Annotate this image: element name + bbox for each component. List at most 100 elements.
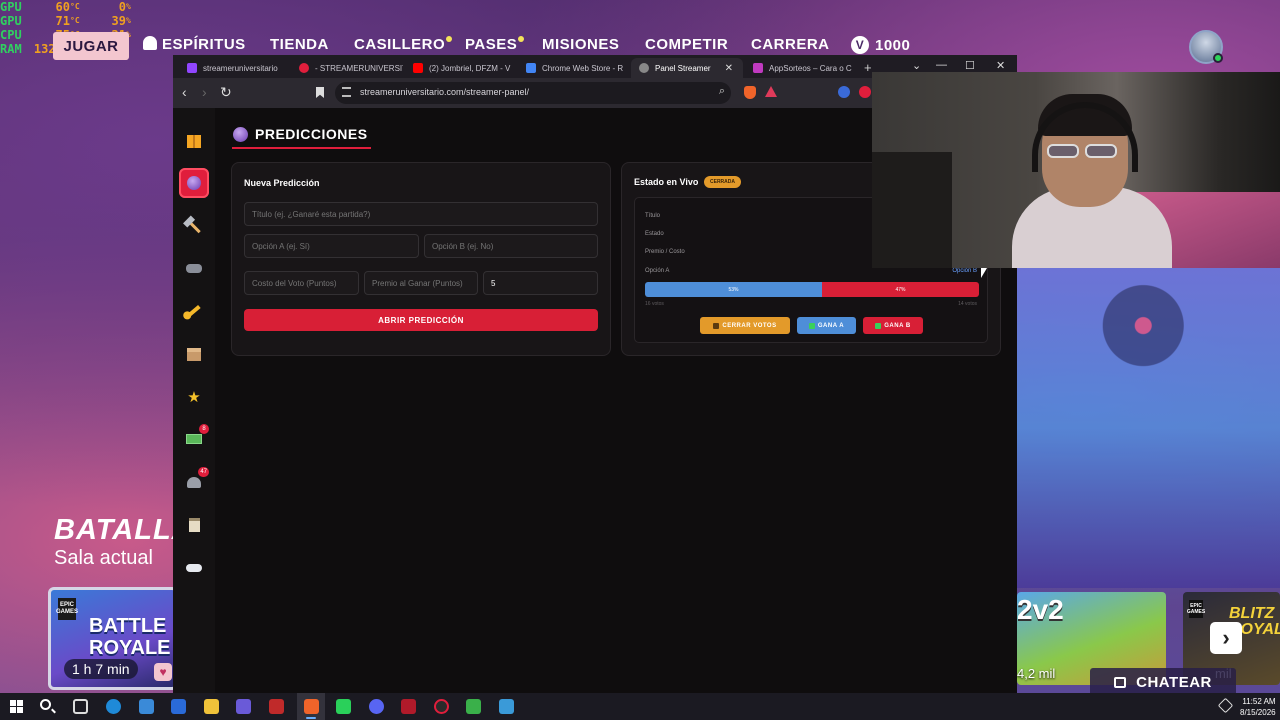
- maximize-icon[interactable]: ☐: [965, 59, 975, 72]
- system-clock[interactable]: 11:52 AM 8/15/2026: [1240, 696, 1276, 718]
- app-icon[interactable]: [269, 699, 284, 714]
- game-scene-art: [1017, 268, 1280, 588]
- discord-icon[interactable]: [369, 699, 384, 714]
- box-icon: [187, 347, 201, 361]
- info-row-title: Título: [645, 213, 661, 219]
- sidebar-item-favorites[interactable]: ★: [179, 382, 209, 412]
- start-icon[interactable]: [10, 700, 23, 713]
- vote-split-bar: 53% 47%: [645, 282, 979, 297]
- sidebar-item-gifts[interactable]: [179, 126, 209, 156]
- site-settings-icon[interactable]: [342, 87, 351, 97]
- heart-icon[interactable]: ♥: [154, 663, 172, 681]
- tab-twitch[interactable]: streameruniversitario: [179, 58, 291, 78]
- mode-card-title: BATTLE ROYALE: [89, 615, 171, 659]
- vbucks-balance[interactable]: V 1000: [851, 36, 910, 54]
- reload-icon[interactable]: ↻: [220, 84, 232, 101]
- tab-appsorteos[interactable]: AppSorteos – Cara o C: [745, 58, 857, 78]
- chat-button[interactable]: CHATEAR: [1090, 668, 1236, 696]
- sidebar-item-users[interactable]: 47: [179, 467, 209, 497]
- tab-streamer-universitario[interactable]: - STREAMERUNIVERSITARIO: [291, 58, 403, 78]
- key-icon: [187, 304, 201, 318]
- tab-panel-streamer[interactable]: Panel Streamer ✕: [631, 58, 743, 78]
- nav-passes[interactable]: PASES: [465, 36, 525, 53]
- video-editor-icon[interactable]: [401, 699, 416, 714]
- sidebar-item-games[interactable]: [179, 253, 209, 283]
- brave-shields-icon[interactable]: [744, 86, 756, 99]
- new-tab-icon[interactable]: +: [864, 60, 872, 75]
- count-badge: 8: [199, 424, 209, 434]
- mode-card-battle-royale[interactable]: EPIC GAMES BATTLE ROYALE 1 h 7 min ♥: [48, 587, 178, 690]
- nav-spirits[interactable]: ESPÍRITUS: [143, 36, 246, 53]
- nav-career[interactable]: CARRERA: [751, 36, 830, 53]
- close-votes-button[interactable]: CERRAR VOTOS: [700, 317, 790, 334]
- chat-icon: [1114, 676, 1127, 688]
- back-icon[interactable]: ‹: [182, 84, 187, 100]
- teams-icon[interactable]: [236, 699, 251, 714]
- taskbar: 11:52 AM 8/15/2026: [0, 693, 1280, 720]
- forward-icon[interactable]: ›: [202, 84, 207, 100]
- extension-icon[interactable]: [838, 86, 850, 98]
- vote-cost-input[interactable]: [244, 271, 359, 295]
- perf-value: 60: [55, 0, 70, 14]
- option-b-label: Opción B: [952, 268, 977, 274]
- sidebar-item-weather[interactable]: [179, 553, 209, 583]
- zoom-icon[interactable]: ⌕: [719, 85, 725, 98]
- win-b-button[interactable]: GANA B: [863, 317, 923, 334]
- brave-rewards-icon[interactable]: [765, 86, 777, 97]
- tab-youtube[interactable]: (2) Jombriel, DFZM - V: [405, 58, 517, 78]
- url-input[interactable]: streameruniversitario.com/streamer-panel…: [335, 82, 731, 104]
- clipboard-icon: [188, 518, 200, 532]
- store-icon[interactable]: [139, 699, 154, 714]
- edge-icon[interactable]: [106, 699, 121, 714]
- nav-locker-label: CASILLERO: [354, 36, 446, 53]
- win-prize-input[interactable]: [364, 271, 478, 295]
- perf-value: 71: [55, 14, 70, 28]
- search-icon[interactable]: [40, 699, 51, 710]
- close-window-icon[interactable]: ✕: [996, 59, 1005, 72]
- mail-icon[interactable]: [171, 699, 186, 714]
- obs-icon[interactable]: [434, 699, 449, 714]
- new-prediction-title: Nueva Predicción: [244, 178, 320, 188]
- bookmark-icon[interactable]: [316, 87, 324, 98]
- nav-shop[interactable]: TIENDA: [270, 36, 329, 53]
- sidebar-item-inventory[interactable]: [179, 339, 209, 369]
- open-prediction-button[interactable]: ABRIR PREDICCIÓN: [244, 309, 598, 331]
- tab-label: Chrome Web Store - R: [542, 63, 624, 73]
- multiplier-input[interactable]: [483, 271, 598, 295]
- sidebar-item-tools[interactable]: [179, 211, 209, 241]
- option-a-input[interactable]: [244, 234, 419, 258]
- play-button[interactable]: JUGAR: [53, 32, 129, 60]
- option-b-input[interactable]: [424, 234, 598, 258]
- tab-chrome-web-store[interactable]: Chrome Web Store - R: [518, 58, 630, 78]
- sidebar-item-predictions[interactable]: [179, 168, 209, 198]
- perf-unit: °C: [70, 16, 80, 25]
- whatsapp-icon[interactable]: [336, 699, 351, 714]
- tab-label: Panel Streamer: [655, 63, 711, 73]
- sidebar-item-keys[interactable]: [179, 296, 209, 326]
- nav-quests[interactable]: MISIONES: [542, 36, 619, 53]
- perf-value: 39: [111, 14, 126, 28]
- brave-icon[interactable]: [304, 699, 319, 714]
- tab-label: streameruniversitario: [203, 63, 278, 73]
- folder-icon[interactable]: [204, 699, 219, 714]
- fortnite-icon[interactable]: [499, 699, 514, 714]
- prediction-title-input[interactable]: [244, 202, 598, 226]
- new-prediction-panel: Nueva Predicción ABRIR PREDICCIÓN: [231, 162, 611, 356]
- network-icon[interactable]: [1217, 697, 1234, 714]
- money-icon: [186, 434, 202, 444]
- profile-avatar[interactable]: [1189, 30, 1223, 64]
- minimize-icon[interactable]: —: [936, 59, 947, 71]
- gift-icon: [187, 134, 201, 148]
- nav-compete[interactable]: COMPETIR: [645, 36, 728, 53]
- close-tab-icon[interactable]: ✕: [725, 63, 733, 74]
- sidebar-item-payments[interactable]: 8: [179, 424, 209, 454]
- nav-locker[interactable]: CASILLERO: [354, 36, 453, 53]
- sidebar-item-logs[interactable]: [179, 510, 209, 540]
- vbucks-icon: V: [851, 36, 869, 54]
- xbox-icon[interactable]: [466, 699, 481, 714]
- tab-list-icon[interactable]: ⌄: [912, 59, 921, 72]
- task-view-icon[interactable]: [73, 699, 88, 714]
- extension-icon[interactable]: [859, 86, 871, 98]
- chevron-right-icon[interactable]: ›: [1210, 622, 1242, 654]
- win-a-button[interactable]: GANA A: [797, 317, 856, 334]
